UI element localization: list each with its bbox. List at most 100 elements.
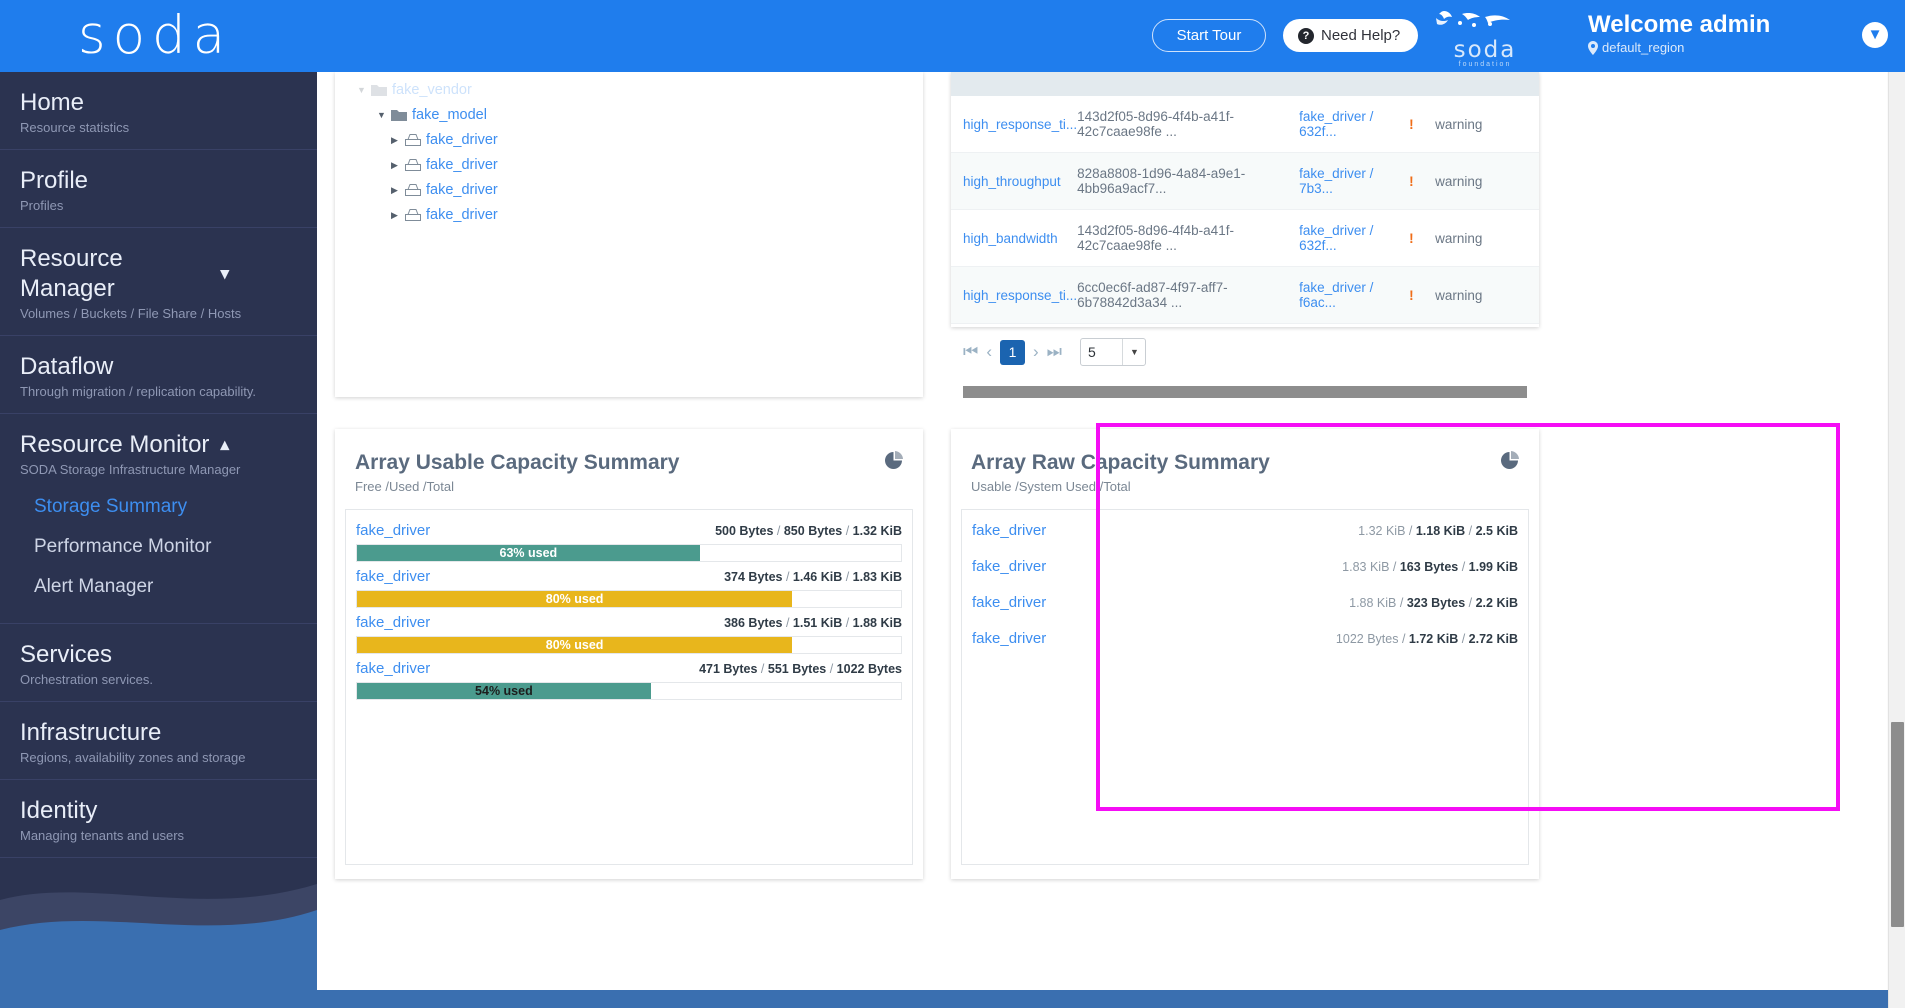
total-value: 2.5 KiB [1475, 524, 1518, 538]
soda-foundation-sub: foundation [1458, 61, 1512, 68]
prev-page-button[interactable]: ‹ [986, 342, 992, 362]
scrollbar-thumb[interactable] [1891, 722, 1904, 927]
alert-resource[interactable]: fake_driver / 632f... [1299, 96, 1410, 153]
alert-name[interactable]: high_response_ti... [951, 96, 1078, 153]
caret-right-icon[interactable]: ▶ [391, 185, 405, 196]
drive-icon [405, 184, 421, 196]
driver-name-link[interactable]: fake_driver [356, 522, 430, 539]
usage-bar: 80% used [356, 590, 902, 608]
driver-name-link[interactable]: fake_driver [972, 594, 1046, 611]
sidebar-item-infrastructure[interactable]: Infrastructure Regions, availability zon… [0, 702, 317, 780]
system-used-value: 1.72 KiB [1408, 632, 1459, 646]
table-row[interactable]: high_response_ti... 143d2f05-8d96-4f4b-a… [951, 96, 1539, 153]
table-row[interactable]: high_bandwidth 143d2f05-8d96-4f4b-a41f-4… [951, 209, 1539, 267]
pie-chart-icon[interactable] [1500, 451, 1519, 470]
driver-name-link[interactable]: fake_driver [356, 568, 430, 585]
page-vertical-scrollbar[interactable] [1888, 72, 1905, 1008]
usage-bar-label: 63% used [499, 546, 558, 560]
capacity-row: fake_driver 1.83 KiB / 163 Bytes / 1.99 … [972, 558, 1518, 575]
sidebar-item-resource-manager[interactable]: Resource Manager ▾ Volumes / Buckets / F… [0, 228, 317, 336]
pie-chart-icon[interactable] [884, 451, 903, 470]
sidebar-item-sublabel: Through migration / replication capabili… [20, 384, 257, 399]
resource-monitor-submenu: Storage Summary Performance Monitor Aler… [20, 477, 317, 609]
tree-node[interactable]: ▶ fake_driver [357, 205, 923, 225]
next-page-button[interactable]: › [1033, 342, 1039, 362]
left-sidebar: Home Resource statistics Profile Profile… [0, 72, 317, 1008]
driver-name-link[interactable]: fake_driver [972, 558, 1046, 575]
capacity-values: 1.32 KiB / 1.18 KiB / 2.5 KiB [1358, 524, 1518, 538]
tree-node[interactable]: ▼ fake_vendor [357, 80, 923, 100]
total-value: 2.72 KiB [1468, 632, 1518, 646]
caret-down-icon[interactable]: ▼ [357, 85, 371, 95]
alert-name[interactable]: high_bandwidth [951, 209, 1078, 267]
sidebar-item-sublabel: Managing tenants and users [20, 828, 185, 843]
alert-severity: warning [1435, 209, 1539, 267]
alert-resource[interactable]: fake_driver / 7b3... [1299, 152, 1410, 210]
main-content-area: ▼ fake_vendor ▼ fake_model ▶ fake_driver [317, 72, 1905, 1008]
start-tour-button[interactable]: Start Tour [1152, 19, 1266, 52]
select-divider [1121, 339, 1123, 365]
caret-right-icon[interactable]: ▶ [391, 135, 405, 146]
alert-severity: warning [1435, 96, 1539, 153]
chevron-up-icon[interactable]: ▴ [220, 435, 229, 455]
soda-logo[interactable]: soda [78, 4, 232, 68]
caret-right-icon[interactable]: ▶ [391, 210, 405, 221]
user-menu-chevron-down-icon[interactable]: ▼ [1862, 22, 1888, 48]
user-welcome-block[interactable]: Welcome admin default_region [1588, 10, 1770, 55]
capacity-row: fake_driver 500 Bytes / 850 Bytes / 1.32… [356, 522, 902, 562]
page-number-button[interactable]: 1 [999, 339, 1025, 365]
sidebar-item-storage-summary[interactable]: Storage Summary [34, 487, 317, 527]
driver-name-link[interactable]: fake_driver [356, 614, 430, 631]
alert-name[interactable]: high_throughput [951, 152, 1078, 210]
driver-name-link[interactable]: fake_driver [972, 522, 1046, 539]
warning-icon: ! [1409, 209, 1436, 267]
alert-name[interactable]: high_response_ti... [951, 266, 1078, 324]
drive-icon [405, 159, 421, 171]
driver-name-link[interactable]: fake_driver [972, 630, 1046, 647]
sidebar-item-dataflow[interactable]: Dataflow Through migration / replication… [0, 336, 317, 414]
chevron-down-icon[interactable]: ▾ [220, 264, 229, 284]
card-title: Array Usable Capacity Summary [355, 451, 680, 474]
used-value: 850 Bytes [783, 524, 843, 538]
caret-right-icon[interactable]: ▶ [391, 160, 405, 171]
warning-icon: ! [1409, 96, 1436, 153]
folder-icon [391, 109, 407, 121]
tree-node[interactable]: ▼ fake_model [357, 105, 923, 125]
tree-node-label: fake_driver [426, 157, 498, 173]
card-title: Array Raw Capacity Summary [971, 451, 1270, 474]
horizontal-scrollbar[interactable] [963, 386, 1527, 398]
total-value: 2.2 KiB [1475, 596, 1518, 610]
alert-resource[interactable]: fake_driver / f6ac... [1299, 266, 1410, 324]
chevron-down-icon[interactable]: ▼ [1130, 347, 1139, 357]
footer-bar [317, 990, 1905, 1008]
last-page-button[interactable]: ⏭ [1047, 342, 1062, 362]
first-page-button[interactable]: ⏮ [963, 342, 978, 362]
alert-id: 143d2f05-8d96-4f4b-a41f-42c7caae98fe ... [1077, 96, 1300, 153]
table-row[interactable]: high_throughput 828a8808-1d96-4a84-a9e1-… [951, 152, 1539, 210]
tree-node[interactable]: ▶ fake_driver [357, 155, 923, 175]
free-value: 386 Bytes [724, 616, 783, 630]
driver-name-link[interactable]: fake_driver [356, 660, 430, 677]
sidebar-item-resource-monitor[interactable]: Resource Monitor ▴ SODA Storage Infrastr… [0, 414, 317, 624]
need-help-button[interactable]: ? Need Help? [1283, 19, 1419, 52]
sidebar-item-home[interactable]: Home Resource statistics [0, 72, 317, 150]
tree-node[interactable]: ▶ fake_driver [357, 180, 923, 200]
capacity-values: 1.88 KiB / 323 Bytes / 2.2 KiB [1349, 596, 1518, 610]
location-pin-icon [1588, 40, 1598, 55]
alert-severity: warning [1435, 152, 1539, 210]
sidebar-item-profile[interactable]: Profile Profiles [0, 150, 317, 228]
tree-node[interactable]: ▶ fake_driver [357, 130, 923, 150]
region-name: default_region [1602, 40, 1685, 55]
table-row[interactable]: high_response_ti... 6cc0ec6f-ad87-4f97-a… [951, 266, 1539, 324]
free-value: 471 Bytes [699, 662, 758, 676]
capacity-values: 374 Bytes / 1.46 KiB / 1.83 KiB [724, 570, 902, 584]
usable-value: 1.83 KiB [1342, 560, 1390, 574]
sidebar-item-identity[interactable]: Identity Managing tenants and users [0, 780, 317, 858]
sidebar-item-performance-monitor[interactable]: Performance Monitor [34, 527, 317, 567]
sidebar-item-services[interactable]: Services Orchestration services. [0, 624, 317, 702]
alert-resource[interactable]: fake_driver / 632f... [1299, 209, 1410, 267]
caret-down-icon[interactable]: ▼ [377, 110, 391, 120]
system-used-value: 323 Bytes [1406, 596, 1466, 610]
page-size-select[interactable]: 5 ▼ [1079, 338, 1146, 366]
sidebar-item-alert-manager[interactable]: Alert Manager [34, 567, 317, 607]
